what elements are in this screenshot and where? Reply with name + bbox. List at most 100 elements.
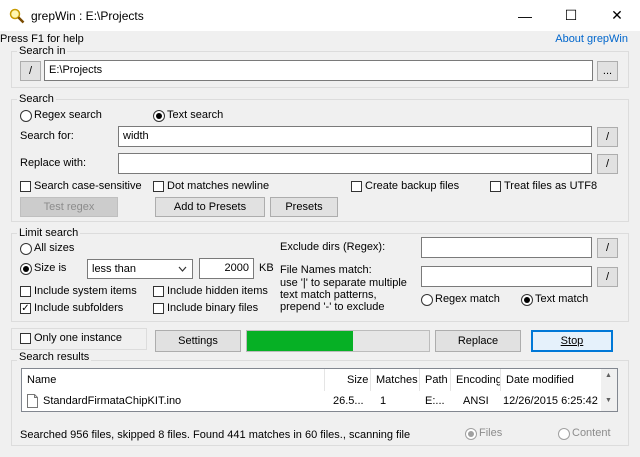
size-is-radio[interactable] (20, 263, 32, 275)
regex-match-radio[interactable] (421, 294, 433, 306)
binary-files-label: Include binary files (167, 302, 259, 314)
file-names-slash-button[interactable]: / (597, 267, 618, 287)
results-scrollbar[interactable]: ▲ ▼ (601, 369, 617, 411)
size-is-label: Size is (34, 262, 67, 274)
grepwin-app-icon (9, 8, 25, 24)
search-in-group-label: Search in (17, 45, 68, 57)
progress-fill (247, 331, 353, 351)
subfolders-checkbox[interactable]: ✓ (20, 303, 31, 314)
limit-search-group-label: Limit search (17, 227, 81, 239)
settings-label: Settings (178, 335, 218, 347)
search-group-label: Search (17, 93, 56, 105)
slash-label: / (28, 65, 33, 77)
utf8-label: Treat files as UTF8 (504, 180, 598, 192)
maximize-button[interactable]: ☐ (548, 0, 594, 31)
col-header-matches[interactable]: Matches (371, 369, 420, 391)
presets-button[interactable]: Presets (270, 197, 338, 217)
content-radio[interactable] (558, 428, 570, 440)
files-radio[interactable] (465, 428, 477, 440)
all-sizes-radio[interactable] (20, 243, 32, 255)
one-instance-label: Only one instance (34, 332, 123, 344)
slash-label: / (605, 131, 610, 143)
content-label: Content (572, 427, 611, 439)
status-text: Searched 956 files, skipped 8 files. Fou… (20, 429, 411, 441)
regex-match-label: Regex match (435, 293, 500, 305)
test-regex-button[interactable]: Test regex (20, 197, 118, 217)
progress-bar (246, 330, 430, 352)
system-items-checkbox[interactable] (20, 286, 31, 297)
replace-with-input[interactable] (118, 153, 592, 174)
utf8-checkbox[interactable] (490, 181, 501, 192)
size-value-input[interactable]: 2000 (199, 258, 254, 279)
files-label: Files (479, 427, 503, 439)
file-names-input[interactable] (421, 266, 592, 287)
text-match-label: Text match (535, 293, 589, 305)
subfolders-label: Include subfolders (34, 302, 124, 314)
text-search-radio[interactable] (153, 110, 165, 122)
about-link[interactable]: About grepWin (555, 33, 628, 45)
close-icon: ✕ (611, 7, 623, 23)
slash-label: / (605, 242, 610, 254)
search-for-input[interactable]: width (118, 126, 592, 147)
replace-with-slash-button[interactable]: / (597, 154, 618, 174)
cell-path: E:... (425, 395, 445, 407)
presets-label: Presets (285, 201, 323, 213)
test-regex-label: Test regex (43, 201, 95, 213)
slash-label: / (605, 158, 610, 170)
browse-button[interactable]: ... (597, 61, 618, 81)
regex-search-radio[interactable] (20, 110, 32, 122)
case-sensitive-label: Search case-sensitive (34, 180, 142, 192)
window-title: grepWin : E:\Projects (31, 9, 144, 23)
hidden-items-label: Include hidden items (167, 285, 268, 297)
text-search-label: Text search (167, 109, 224, 121)
minimize-icon: — (518, 7, 532, 24)
col-header-size[interactable]: Size (325, 369, 371, 391)
binary-files-checkbox[interactable] (153, 303, 164, 314)
results-table[interactable]: Name Size Matches Path Encoding Date mod… (21, 368, 618, 412)
case-sensitive-checkbox[interactable] (20, 181, 31, 192)
col-header-date[interactable]: Date modified (501, 369, 602, 391)
size-op-select[interactable]: less than (87, 259, 193, 279)
backup-checkbox[interactable] (351, 181, 362, 192)
one-instance-checkbox[interactable] (20, 333, 31, 344)
scroll-down-icon[interactable]: ▼ (605, 397, 612, 404)
table-row[interactable]: StandardFirmataChipKIT.ino 26.5... 1 E:.… (22, 391, 602, 411)
col-header-name[interactable]: Name (22, 369, 325, 391)
browse-label: ... (602, 65, 613, 77)
cell-size: 26.5... (333, 395, 364, 407)
file-names-hint-2: text match patterns, (280, 289, 377, 301)
minimize-button[interactable]: — (502, 0, 548, 31)
add-presets-button[interactable]: Add to Presets (155, 197, 265, 217)
file-names-hint-3: prepend '-' to exclude (280, 301, 385, 313)
add-presets-label: Add to Presets (173, 201, 247, 213)
help-text: Press F1 for help (0, 33, 84, 45)
search-results-group-label: Search results (17, 351, 92, 363)
cell-matches: 1 (380, 395, 387, 407)
all-sizes-label: All sizes (34, 242, 75, 254)
title-bar: grepWin : E:\Projects — ☐ ✕ (0, 0, 640, 31)
search-path-input[interactable]: E:\Projects (44, 60, 593, 81)
system-items-label: Include system items (34, 285, 137, 297)
scroll-up-icon[interactable]: ▲ (605, 372, 612, 379)
stop-label: Stop (560, 335, 584, 347)
close-button[interactable]: ✕ (594, 0, 640, 31)
cell-date: 12/26/2015 6:25:42 PM (503, 395, 602, 407)
search-for-slash-button[interactable]: / (597, 127, 618, 147)
cell-encoding: ANSI (463, 395, 489, 407)
col-header-path[interactable]: Path (420, 369, 451, 391)
exclude-dirs-input[interactable] (421, 237, 592, 258)
col-header-encoding[interactable]: Encoding (451, 369, 501, 391)
slash-label: / (605, 271, 610, 283)
size-unit-label: KB (259, 262, 274, 274)
chevron-down-icon (178, 266, 187, 272)
hidden-items-checkbox[interactable] (153, 286, 164, 297)
dot-newline-checkbox[interactable] (153, 181, 164, 192)
text-match-radio[interactable] (521, 294, 533, 306)
backup-label: Create backup files (365, 180, 460, 192)
settings-button[interactable]: Settings (155, 330, 241, 352)
search-in-slash-button[interactable]: / (20, 61, 41, 81)
replace-button[interactable]: Replace (435, 330, 521, 352)
exclude-dirs-slash-button[interactable]: / (597, 238, 618, 258)
search-for-label: Search for: (20, 130, 74, 142)
stop-button[interactable]: Stop (531, 330, 613, 352)
